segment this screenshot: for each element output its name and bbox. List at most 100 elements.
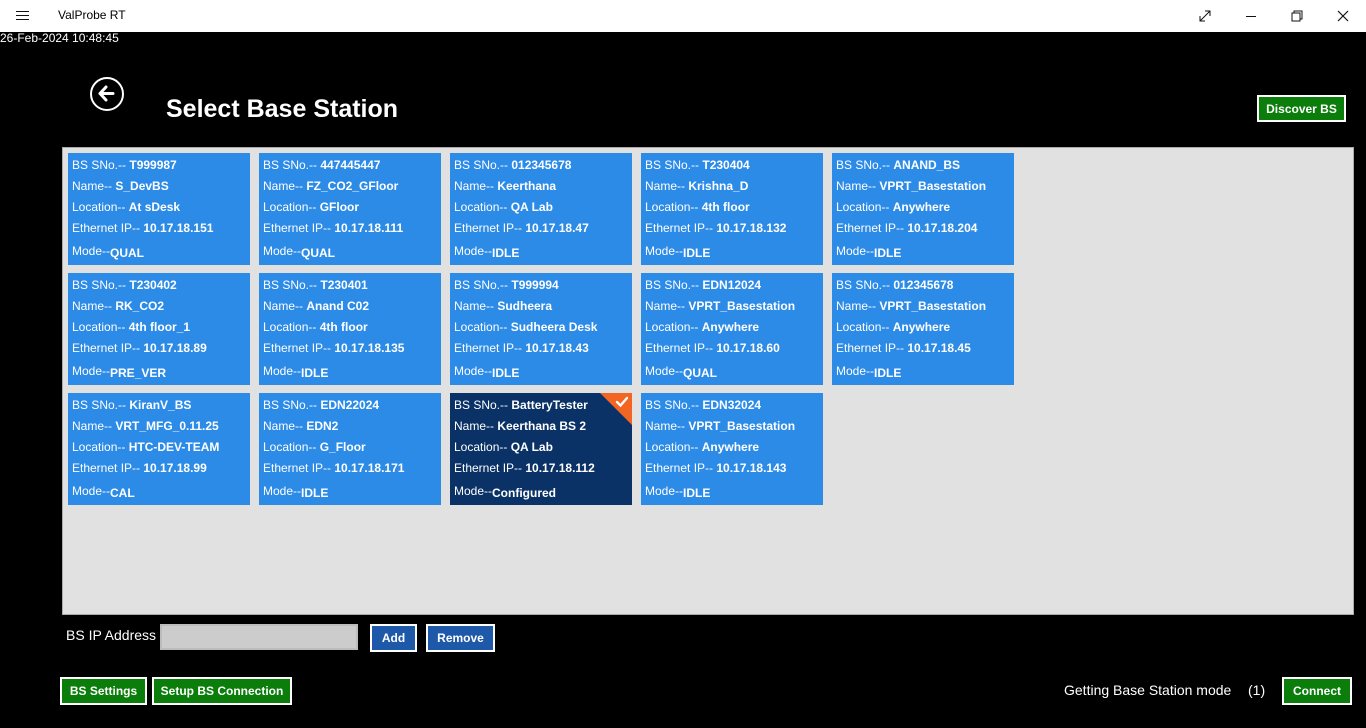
card-name-label: Name-- <box>454 179 498 193</box>
card-mode-row: Mode--IDLE <box>454 244 519 260</box>
card-location-row: Location-- Anywhere <box>836 200 950 214</box>
card-sno-value: T230401 <box>320 278 368 292</box>
card-sno-label: BS SNo.-- <box>72 158 130 172</box>
card-location-row: Location-- 4th floor_1 <box>72 320 190 334</box>
card-ip-row: Ethernet IP-- 10.17.18.89 <box>72 341 207 355</box>
card-sno-label: BS SNo.-- <box>836 278 894 292</box>
card-ip-label: Ethernet IP-- <box>836 221 908 235</box>
base-station-card[interactable]: BS SNo.-- EDN22024 Name-- EDN2 Location-- … <box>259 393 441 505</box>
card-ip-label: Ethernet IP-- <box>454 341 526 355</box>
card-ip-value: 10.17.18.143 <box>716 461 787 475</box>
card-location-label: Location-- <box>645 440 702 454</box>
card-mode-value: QUAL <box>683 366 718 380</box>
card-ip-value: 10.17.18.47 <box>525 221 589 235</box>
card-mode-value: IDLE <box>301 486 329 500</box>
card-mode-row: Mode--IDLE <box>836 244 902 260</box>
bs-settings-button[interactable]: BS Settings <box>60 677 147 705</box>
card-sno-row: BS SNo.-- 447445447 <box>263 158 380 172</box>
remove-button[interactable]: Remove <box>426 624 495 652</box>
card-ip-value: 10.17.18.204 <box>907 221 978 235</box>
bs-ip-address-input[interactable] <box>160 624 358 650</box>
add-button[interactable]: Add <box>370 624 417 652</box>
title-bar: ValProbe RT <box>0 0 1366 32</box>
base-station-list: BS SNo.-- T999987 Name-- S_DevBS Location-… <box>62 147 1354 615</box>
card-ip-row: Ethernet IP-- 10.17.18.45 <box>836 341 971 355</box>
card-ip-value: 10.17.18.89 <box>143 341 207 355</box>
card-sno-row: BS SNo.-- 012345678 <box>454 158 571 172</box>
card-location-row: Location-- QA Lab <box>454 200 553 214</box>
base-station-card[interactable]: BS SNo.-- KiranV_BS Name-- VRT_MFG_0.11.2… <box>68 393 250 505</box>
base-station-card[interactable]: BS SNo.-- 447445447 Name-- FZ_CO2_GFloor L… <box>259 153 441 265</box>
card-name-row: Name-- Keerthana BS 2 <box>454 419 586 433</box>
card-mode-value: IDLE <box>683 246 711 260</box>
card-location-value: G_Floor <box>319 440 366 454</box>
card-sno-value: ANAND_BS <box>893 158 961 172</box>
card-mode-row: Mode--CAL <box>72 484 135 500</box>
card-sno-value: EDN22024 <box>320 398 380 412</box>
card-name-label: Name-- <box>263 179 307 193</box>
close-icon[interactable] <box>1320 0 1366 32</box>
card-location-label: Location-- <box>454 440 511 454</box>
base-station-card[interactable]: BS SNo.-- T999987 Name-- S_DevBS Location-… <box>68 153 250 265</box>
card-ip-label: Ethernet IP-- <box>836 341 908 355</box>
base-station-card[interactable]: BS SNo.-- T230402 Name-- RK_CO2 Location--… <box>68 273 250 385</box>
base-station-card[interactable]: BS SNo.-- EDN32024 Name-- VPRT_Basestatio… <box>641 393 823 505</box>
card-mode-label: Mode-- <box>263 244 302 258</box>
card-mode-row: Mode--IDLE <box>263 484 329 500</box>
card-mode-label: Mode-- <box>72 364 111 378</box>
card-sno-label: BS SNo.-- <box>263 398 321 412</box>
card-name-value: S_DevBS <box>115 179 169 193</box>
card-location-label: Location-- <box>454 320 511 334</box>
card-ip-row: Ethernet IP-- 10.17.18.204 <box>836 221 977 235</box>
card-name-label: Name-- <box>645 419 689 433</box>
base-station-card[interactable]: BS SNo.-- 012345678 Name-- VPRT_Basestati… <box>832 273 1014 385</box>
card-name-value: Sudheera <box>497 299 553 313</box>
base-station-card[interactable]: BS SNo.-- T999994 Name-- Sudheera Location… <box>450 273 632 385</box>
card-mode-row: Mode--IDLE <box>645 484 711 500</box>
card-location-row: Location-- Anywhere <box>836 320 950 334</box>
hamburger-menu-icon[interactable] <box>12 8 34 24</box>
card-mode-value: IDLE <box>874 246 902 260</box>
card-location-value: Anywhere <box>892 320 951 334</box>
card-mode-row: Mode--IDLE <box>263 364 328 380</box>
card-mode-label: Mode-- <box>645 364 684 378</box>
card-mode-label: Mode-- <box>454 364 493 378</box>
card-name-row: Name-- Anand C02 <box>263 299 369 313</box>
expand-icon[interactable] <box>1182 0 1228 32</box>
minimize-icon[interactable] <box>1228 0 1274 32</box>
discover-bs-button[interactable]: Discover BS <box>1257 95 1346 122</box>
card-ip-row: Ethernet IP-- 10.17.18.43 <box>454 341 589 355</box>
card-sno-label: BS SNo.-- <box>645 158 703 172</box>
card-ip-row: Ethernet IP-- 10.17.18.151 <box>72 221 213 235</box>
restore-icon[interactable] <box>1274 0 1320 32</box>
card-mode-row: Mode--Configured <box>454 484 556 500</box>
card-sno-value: T999987 <box>129 158 177 172</box>
card-name-label: Name-- <box>72 419 116 433</box>
card-sno-row: BS SNo.-- EDN12024 <box>645 278 761 292</box>
base-station-card[interactable]: BS SNo.-- T230404 Name-- Krishna_D Locatio… <box>641 153 823 265</box>
card-location-label: Location-- <box>72 440 129 454</box>
card-name-value: Anand C02 <box>306 299 370 313</box>
base-station-card[interactable]: BS SNo.-- T230401 Name-- Anand C02 Locatio… <box>259 273 441 385</box>
card-ip-row: Ethernet IP-- 10.17.18.60 <box>645 341 780 355</box>
card-sno-label: BS SNo.-- <box>454 158 512 172</box>
card-location-value: 4th floor <box>319 320 368 334</box>
card-ip-value: 10.17.18.99 <box>143 461 207 475</box>
card-name-row: Name-- VRT_MFG_0.11.25 <box>72 419 219 433</box>
base-station-card[interactable]: BS SNo.-- EDN12024 Name-- VPRT_Basestatio… <box>641 273 823 385</box>
card-sno-value: EDN32024 <box>702 398 762 412</box>
card-location-label: Location-- <box>836 200 893 214</box>
back-button[interactable] <box>90 77 124 111</box>
card-name-value: EDN2 <box>306 419 339 433</box>
card-location-label: Location-- <box>72 200 129 214</box>
base-station-card[interactable]: BS SNo.-- 012345678 Name-- Keerthana Locat… <box>450 153 632 265</box>
card-mode-value: IDLE <box>683 486 711 500</box>
card-name-value: VPRT_Basestation <box>688 419 796 433</box>
setup-bs-connection-button[interactable]: Setup BS Connection <box>152 677 292 705</box>
base-station-card[interactable]: BS SNo.-- ANAND_BS Name-- VPRT_Basestatio… <box>832 153 1014 265</box>
card-ip-label: Ethernet IP-- <box>645 341 717 355</box>
base-station-card[interactable]: BS SNo.-- BatteryTester Name-- Keerthana … <box>450 393 632 505</box>
connect-button[interactable]: Connect <box>1282 677 1352 705</box>
card-location-row: Location-- 4th floor <box>263 320 368 334</box>
card-sno-label: BS SNo.-- <box>454 398 512 412</box>
